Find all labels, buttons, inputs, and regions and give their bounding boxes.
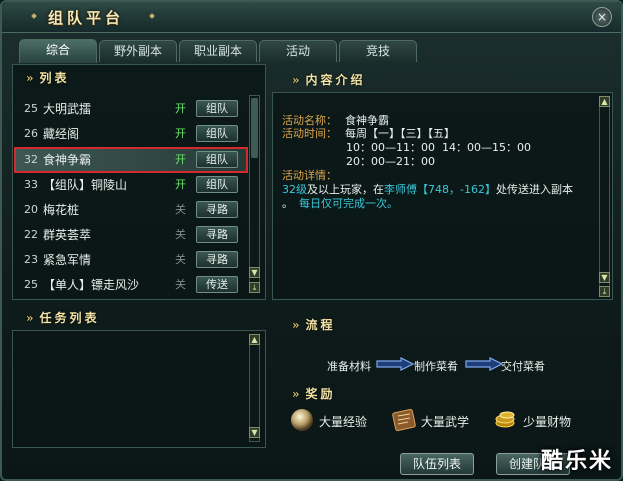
list-section-header: » 列表 (26, 67, 70, 89)
activity-level: 23 (24, 253, 38, 266)
section-arrow-icon: » (292, 318, 300, 332)
activity-name: 【组队】铜陵山 (43, 178, 128, 192)
section-arrow-icon: » (26, 311, 34, 325)
activity-level: 22 (24, 228, 38, 241)
flow-step: 交付菜肴 (501, 360, 545, 373)
team-button[interactable]: 组队 (196, 176, 238, 193)
detail-text: 。 (282, 197, 293, 210)
scroll-up-icon[interactable]: ▲ (249, 334, 260, 345)
tab-general[interactable]: 综合 (19, 39, 97, 63)
detail-text: 处传送进入副本 (495, 183, 573, 196)
task-section-title: 任务列表 (39, 311, 100, 325)
close-button[interactable]: × (592, 7, 612, 27)
flow-section-title: 流程 (305, 318, 336, 332)
activity-level: 20 (24, 203, 38, 216)
task-list-scrollbar[interactable] (249, 334, 260, 442)
activity-name: 藏经阁 (43, 127, 80, 141)
detail-daily: 每日仅可完成一次。 (299, 197, 398, 210)
time-label: 活动时间： (282, 127, 337, 140)
activity-row[interactable]: 25 【单人】镖走风沙 关 传送 (16, 274, 246, 296)
experience-orb-icon (291, 409, 313, 431)
teleport-button[interactable]: 传送 (196, 276, 238, 293)
activity-state: 开 (175, 102, 186, 115)
activity-name: 【单人】镖走风沙 (43, 278, 140, 292)
scroll-down-icon[interactable]: ▼ (599, 272, 610, 283)
activity-state: 关 (175, 203, 186, 216)
scroll-down-icon[interactable]: ▼ (249, 267, 260, 278)
tab-class-dungeon[interactable]: 职业副本 (179, 40, 257, 62)
task-section-header: » 任务列表 (26, 307, 100, 329)
activity-level: 25 (24, 278, 38, 291)
activity-row-selected[interactable]: 32 食神争霸 开 组队 (14, 147, 248, 173)
coins-icon (495, 411, 515, 428)
activity-level: 33 (24, 178, 38, 191)
activity-state: 关 (175, 278, 186, 291)
martial-scroll-icon (392, 408, 416, 432)
activity-row[interactable]: 23 紧急军情 关 寻路 (16, 249, 246, 271)
activity-level: 32 (24, 153, 38, 166)
pathfind-button[interactable]: 寻路 (196, 201, 238, 218)
activity-state: 关 (175, 228, 186, 241)
time-slot: 20：00—21：00 (346, 155, 435, 168)
detail-daily-line: 。每日仅可完成一次。 (282, 195, 398, 211)
title-ornament-right (149, 13, 155, 19)
tab-events[interactable]: 活动 (259, 40, 337, 62)
activity-state: 开 (175, 178, 186, 191)
section-arrow-icon: » (292, 387, 300, 401)
scroll-up-icon[interactable]: ▲ (599, 96, 610, 107)
pathfind-button[interactable]: 寻路 (196, 251, 238, 268)
flow-section-header: » 流程 (292, 314, 336, 336)
activity-row[interactable]: 26 藏经阁 开 组队 (16, 123, 246, 145)
activity-name: 紧急军情 (43, 253, 92, 267)
task-list-panel (12, 330, 266, 448)
tab-field-dungeon[interactable]: 野外副本 (99, 40, 177, 62)
content-scrollbar[interactable] (599, 96, 610, 296)
watermark-logo: 酷乐米 (540, 449, 613, 474)
activity-state: 开 (175, 153, 186, 166)
scroll-bottom-icon[interactable]: ⤓ (249, 282, 260, 293)
flow-arrow-icon (465, 357, 504, 371)
reward-label: 大量经验 (319, 415, 368, 429)
reward-label: 少量财物 (523, 415, 572, 429)
activity-state: 关 (175, 253, 186, 266)
title-ornament-left (31, 13, 37, 19)
flow-step: 制作菜肴 (414, 360, 458, 373)
flow-arrow-icon (376, 357, 415, 371)
activity-name: 梅花桩 (43, 203, 80, 217)
section-arrow-icon: » (26, 71, 34, 85)
list-section-title: 列表 (39, 71, 70, 85)
reward-label: 大量武学 (421, 415, 470, 429)
content-section-title: 内容介绍 (305, 73, 366, 87)
window-title: 组队平台 (48, 9, 125, 27)
title-bar[interactable]: 组队平台 × (2, 2, 621, 33)
scroll-bottom-icon[interactable]: ⤓ (599, 286, 610, 297)
team-button[interactable]: 组队 (196, 151, 238, 168)
tab-arena[interactable]: 竞技 (339, 40, 417, 62)
reward-section-header: » 奖励 (292, 383, 336, 405)
team-platform-window: 组队平台 × 综合 野外副本 职业副本 活动 竞技 » 列表 25 大明武擂 开 … (0, 0, 623, 481)
activity-row[interactable]: 25 大明武擂 开 组队 (16, 98, 246, 120)
activity-name: 群英荟萃 (43, 228, 92, 242)
activity-level: 26 (24, 127, 38, 140)
team-button[interactable]: 组队 (196, 100, 238, 117)
time-slot: 14：00—15：00 (442, 141, 531, 154)
scrollbar-thumb[interactable] (251, 98, 258, 158)
activity-row[interactable]: 20 梅花桩 关 寻路 (16, 199, 246, 221)
activity-name: 食神争霸 (43, 153, 92, 167)
flow-step: 准备材料 (327, 360, 371, 373)
activity-list-scrollbar[interactable] (249, 95, 260, 290)
activity-level: 25 (24, 102, 38, 115)
activity-row[interactable]: 33 【组队】铜陵山 开 组队 (16, 174, 246, 196)
reward-section-title: 奖励 (305, 387, 336, 401)
activity-state: 开 (175, 127, 186, 140)
activity-name: 大明武擂 (43, 102, 92, 116)
coordinates-link[interactable]: 【748，-162】 (417, 183, 496, 196)
scroll-down-icon[interactable]: ▼ (249, 427, 260, 438)
section-arrow-icon: » (292, 73, 300, 87)
team-list-button[interactable]: 队伍列表 (400, 453, 474, 475)
team-button[interactable]: 组队 (196, 125, 238, 142)
activity-row[interactable]: 22 群英荟萃 关 寻路 (16, 224, 246, 246)
content-section-header: » 内容介绍 (292, 69, 366, 91)
pathfind-button[interactable]: 寻路 (196, 226, 238, 243)
